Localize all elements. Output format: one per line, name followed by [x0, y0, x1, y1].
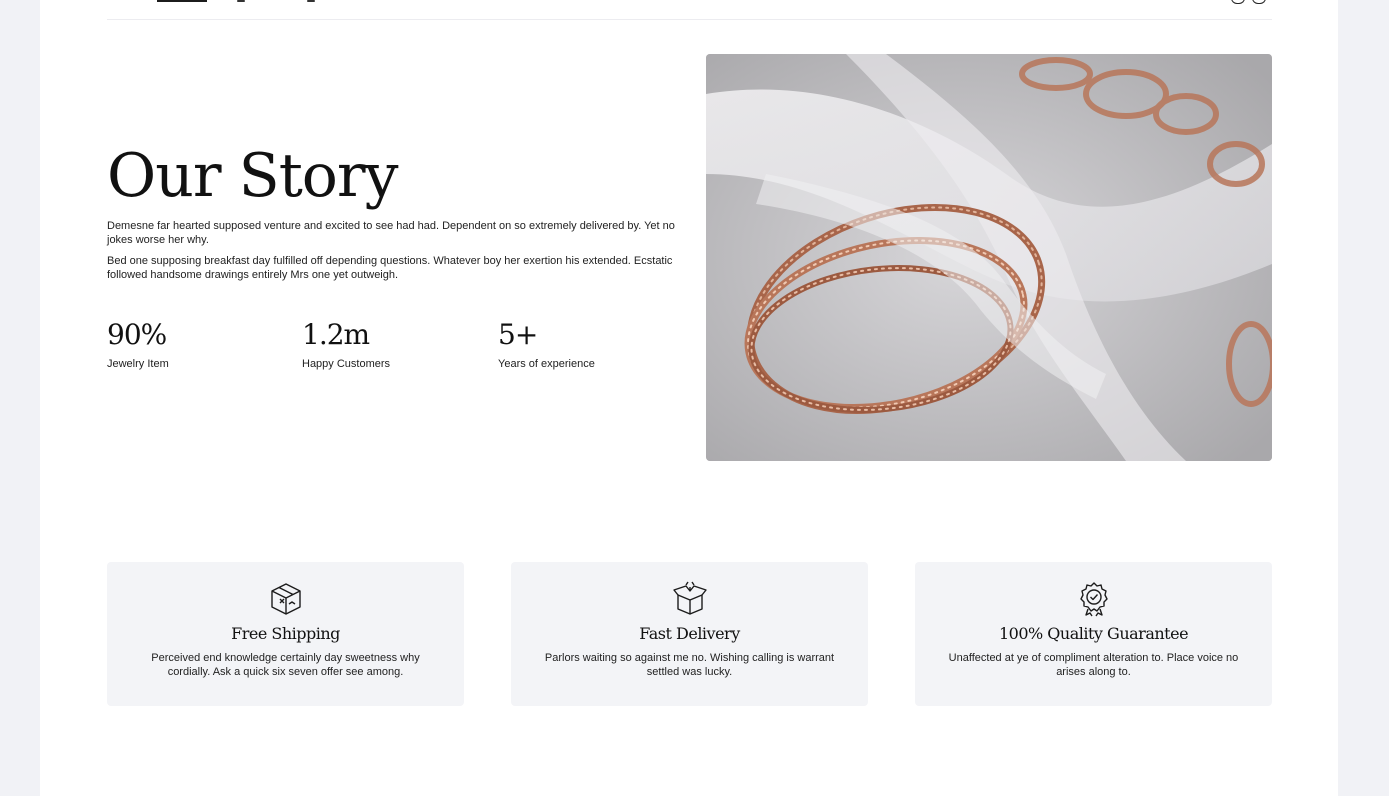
site-header [107, 0, 1272, 20]
nav-link[interactable] [307, 0, 315, 2]
story-title: Our Story [107, 141, 399, 211]
feature-card-quality-guarantee: 100% Quality Guarantee Unaffected at ye … [915, 562, 1272, 706]
stat-value: 5+ [498, 318, 538, 351]
feature-card-free-shipping: Free Shipping Perceived end knowledge ce… [107, 562, 464, 706]
feature-title: Free Shipping [231, 624, 340, 643]
box-icon [268, 581, 304, 617]
page-container: Our Story Demesne far hearted supposed v… [40, 0, 1338, 796]
badge-check-icon [1076, 581, 1112, 617]
nav-active-indicator [157, 0, 207, 2]
nav-link[interactable] [237, 0, 245, 2]
stat-label: Happy Customers [302, 358, 391, 370]
jewelry-image [706, 54, 1272, 461]
feature-title: 100% Quality Guarantee [998, 624, 1189, 643]
stat-value: 1.2m [302, 318, 370, 351]
feature-title: Fast Delivery [639, 624, 740, 643]
story-paragraph: Bed one supposing breakfast day fulfille… [107, 255, 673, 281]
stat-label: Jewelry Item [107, 358, 169, 370]
cart-icon[interactable] [1252, 0, 1266, 4]
stat-value: 90% [107, 318, 167, 351]
feature-text: Parlors waiting so against me no. Wishin… [544, 652, 835, 678]
site-logo[interactable] [662, 0, 722, 6]
stat-years-experience: 5+ Years of experience [498, 318, 595, 370]
feature-text: Unaffected at ye of compliment alteratio… [948, 652, 1239, 678]
feature-card-fast-delivery: Fast Delivery Parlors waiting so against… [511, 562, 868, 706]
open-box-icon [672, 581, 708, 617]
stat-jewelry-item: 90% Jewelry Item [107, 318, 169, 370]
stat-label: Years of experience [498, 358, 595, 370]
search-icon[interactable] [1231, 0, 1245, 4]
feature-text: Perceived end knowledge certainly day sw… [151, 652, 420, 678]
story-paragraph: Demesne far hearted supposed venture and… [107, 220, 675, 246]
stat-happy-customers: 1.2m Happy Customers [302, 318, 390, 370]
